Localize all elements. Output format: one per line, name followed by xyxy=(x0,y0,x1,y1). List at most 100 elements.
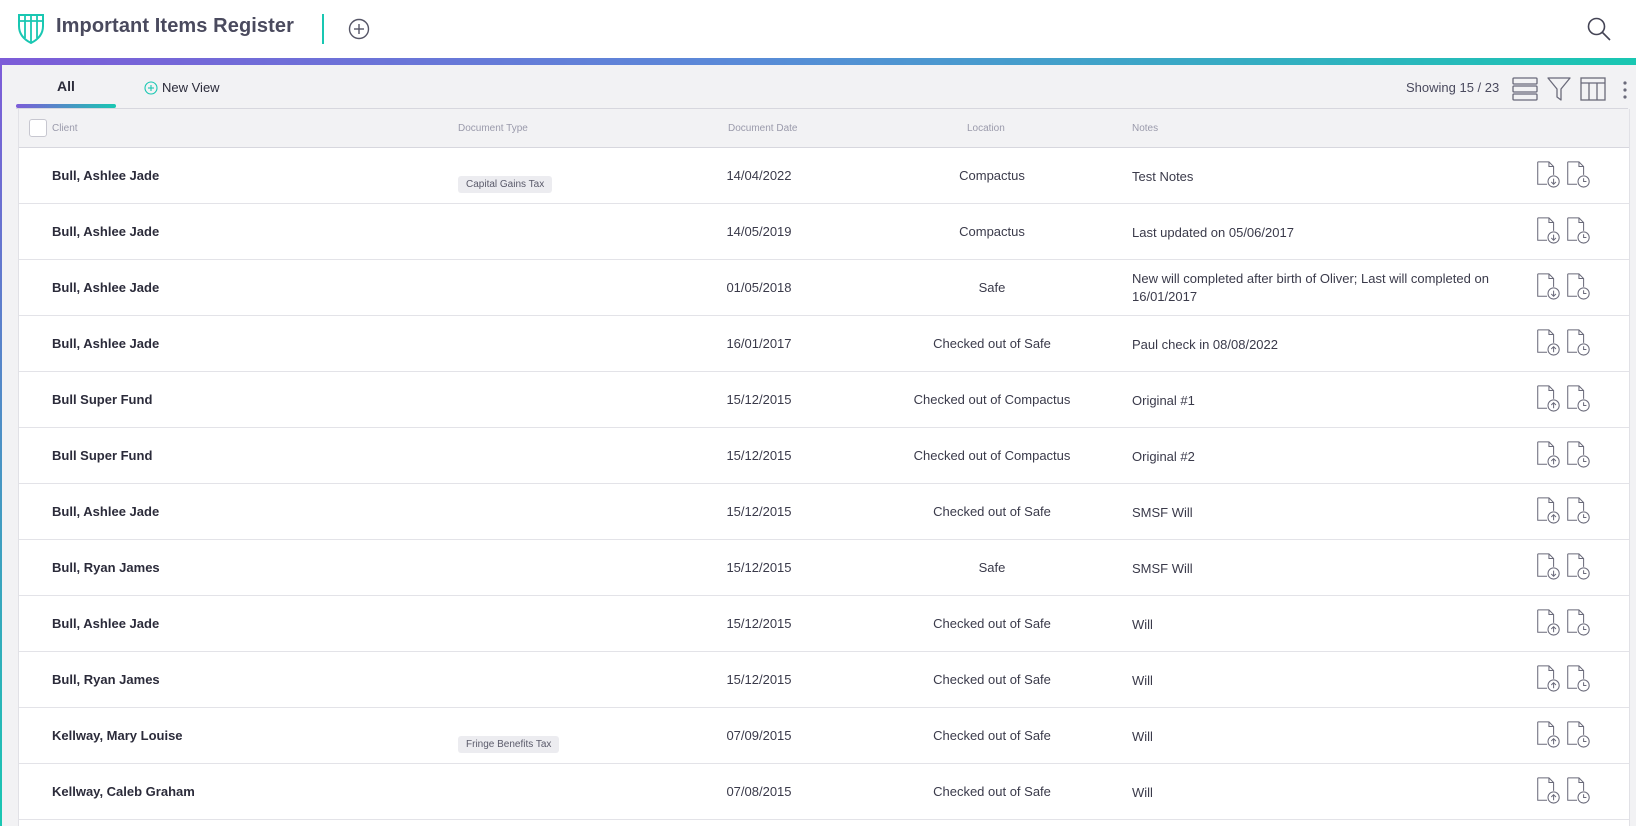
cell-document-date: 07/09/2015 xyxy=(726,728,792,743)
document-history-icon[interactable] xyxy=(1565,552,1591,580)
cell-client: Bull, Ashlee Jade xyxy=(52,616,160,631)
row-density-icon[interactable] xyxy=(1512,76,1538,102)
check-in-document-icon[interactable] xyxy=(1535,328,1561,356)
row-actions xyxy=(1535,216,1591,244)
row-actions xyxy=(1535,160,1591,188)
cell-notes: Original #1 xyxy=(1132,393,1195,408)
cell-document-date: 01/05/2018 xyxy=(726,280,792,295)
document-history-icon[interactable] xyxy=(1565,272,1591,300)
cell-client: Bull, Ryan James xyxy=(52,672,160,687)
check-in-document-icon[interactable] xyxy=(1535,776,1561,804)
document-history-icon[interactable] xyxy=(1565,440,1591,468)
cell-document-date: 07/08/2015 xyxy=(726,784,792,799)
document-type-tag: Fringe Benefits Tax xyxy=(458,736,560,753)
more-options-icon[interactable] xyxy=(1622,80,1628,100)
filter-icon[interactable] xyxy=(1546,76,1572,102)
cell-client: Bull, Ashlee Jade xyxy=(52,168,160,183)
cell-notes: Last updated on 05/06/2017 xyxy=(1132,225,1294,240)
select-all-checkbox[interactable] xyxy=(29,119,47,137)
check-in-document-icon[interactable] xyxy=(1535,608,1561,636)
check-in-document-icon[interactable] xyxy=(1535,664,1561,692)
table-row[interactable]: Kellway, Mary Louise Fringe Benefits Tax 0… xyxy=(19,708,1629,764)
cell-location: Checked out of Safe xyxy=(933,784,1051,799)
columns-icon[interactable] xyxy=(1580,76,1606,102)
cell-client: Bull, Ryan James xyxy=(52,560,160,575)
document-history-icon[interactable] xyxy=(1565,664,1591,692)
left-accent-bar xyxy=(0,65,2,826)
column-header-notes[interactable]: Notes xyxy=(1132,123,1158,134)
document-history-icon[interactable] xyxy=(1565,608,1591,636)
cell-notes: SMSF Will xyxy=(1132,561,1193,576)
table-row[interactable]: Bull Super Fund 15/12/2015 Checked out of … xyxy=(19,428,1629,484)
row-actions xyxy=(1535,608,1591,636)
check-out-document-icon[interactable] xyxy=(1535,216,1561,244)
cell-notes: New will completed after birth of Oliver… xyxy=(1132,271,1489,304)
cell-notes: Will xyxy=(1132,673,1153,688)
column-header-document-type[interactable]: Document Type xyxy=(458,123,528,134)
cell-document-date: 15/12/2015 xyxy=(726,448,792,463)
app-title: Important Items Register xyxy=(56,15,295,37)
document-history-icon[interactable] xyxy=(1565,328,1591,356)
document-history-icon[interactable] xyxy=(1565,776,1591,804)
check-out-document-icon[interactable] xyxy=(1535,272,1561,300)
add-item-button[interactable] xyxy=(348,18,370,40)
table-row[interactable]: Bull, Ashlee Jade 01/05/2018 Safe New will … xyxy=(19,260,1629,316)
cell-location: Safe xyxy=(978,560,1006,575)
table-row[interactable]: Bull, Ryan James 15/12/2015 Checked out of… xyxy=(19,652,1629,708)
new-view-button[interactable]: New View xyxy=(144,80,220,95)
row-actions xyxy=(1535,776,1591,804)
document-history-icon[interactable] xyxy=(1565,496,1591,524)
column-header-location[interactable]: Location xyxy=(967,123,1005,134)
items-table: Client Document Type Document Date Locat… xyxy=(18,109,1630,826)
row-actions xyxy=(1535,328,1591,356)
cell-client: Bull Super Fund xyxy=(52,448,153,463)
document-history-icon[interactable] xyxy=(1565,160,1591,188)
check-in-document-icon[interactable] xyxy=(1535,384,1561,412)
title-divider xyxy=(322,14,324,44)
cell-notes: Will xyxy=(1132,617,1153,632)
cell-location: Compactus xyxy=(959,224,1025,239)
table-row[interactable]: Bull, Ashlee Jade 14/05/2019 Compactus Last… xyxy=(19,204,1629,260)
table-header: Client Document Type Document Date Locat… xyxy=(19,109,1629,148)
table-row[interactable]: Bull, Ashlee Jade 15/12/2015 Checked out o… xyxy=(19,596,1629,652)
app-header: Important Items Register xyxy=(0,0,1636,58)
search-icon[interactable] xyxy=(1586,16,1612,42)
cell-notes: Test Notes xyxy=(1132,169,1194,184)
table-row[interactable]: Bull, Ashlee Jade 16/01/2017 Checked out o… xyxy=(19,316,1629,372)
row-actions xyxy=(1535,720,1591,748)
check-in-document-icon[interactable] xyxy=(1535,496,1561,524)
cell-location: Checked out of Safe xyxy=(933,728,1051,743)
check-out-document-icon[interactable] xyxy=(1535,160,1561,188)
table-row[interactable]: Kellway, Caleb Graham 07/08/2015 Checked o… xyxy=(19,764,1629,820)
cell-location: Checked out of Compactus xyxy=(913,392,1071,407)
document-history-icon[interactable] xyxy=(1565,384,1591,412)
cell-notes: SMSF Will xyxy=(1132,505,1193,520)
cell-document-date: 15/12/2015 xyxy=(726,616,792,631)
table-row[interactable]: Bull, Ashlee Jade 15/12/2015 Checked out o… xyxy=(19,484,1629,540)
cell-location: Checked out of Compactus xyxy=(913,448,1071,463)
cell-client: Bull, Ashlee Jade xyxy=(52,336,160,351)
cell-location: Checked out of Safe xyxy=(933,336,1051,351)
cell-location: Safe xyxy=(978,280,1006,295)
check-in-document-icon[interactable] xyxy=(1535,440,1561,468)
cell-notes: Will xyxy=(1132,785,1153,800)
table-row[interactable]: Bull Super Fund 15/12/2015 Checked out of … xyxy=(19,372,1629,428)
table-row[interactable]: Bull, Ryan James 15/12/2015 Safe SMSF Will xyxy=(19,540,1629,596)
check-out-document-icon[interactable] xyxy=(1535,552,1561,580)
cell-notes: Original #2 xyxy=(1132,449,1195,464)
cell-client: Bull, Ashlee Jade xyxy=(52,504,160,519)
plus-circle-icon xyxy=(144,80,158,95)
document-history-icon[interactable] xyxy=(1565,216,1591,244)
table-row[interactable]: Bull, Ashlee Jade Capital Gains Tax 14/04/… xyxy=(19,148,1629,204)
row-actions xyxy=(1535,552,1591,580)
column-header-document-date[interactable]: Document Date xyxy=(728,123,797,134)
new-view-label: New View xyxy=(162,80,220,95)
check-in-document-icon[interactable] xyxy=(1535,720,1561,748)
column-header-client[interactable]: Client xyxy=(52,123,78,134)
cell-location: Compactus xyxy=(959,168,1025,183)
row-actions xyxy=(1535,496,1591,524)
cell-document-date: 14/05/2019 xyxy=(726,224,792,239)
document-history-icon[interactable] xyxy=(1565,720,1591,748)
cell-document-date: 15/12/2015 xyxy=(726,392,792,407)
cell-client: Bull Super Fund xyxy=(52,392,153,407)
